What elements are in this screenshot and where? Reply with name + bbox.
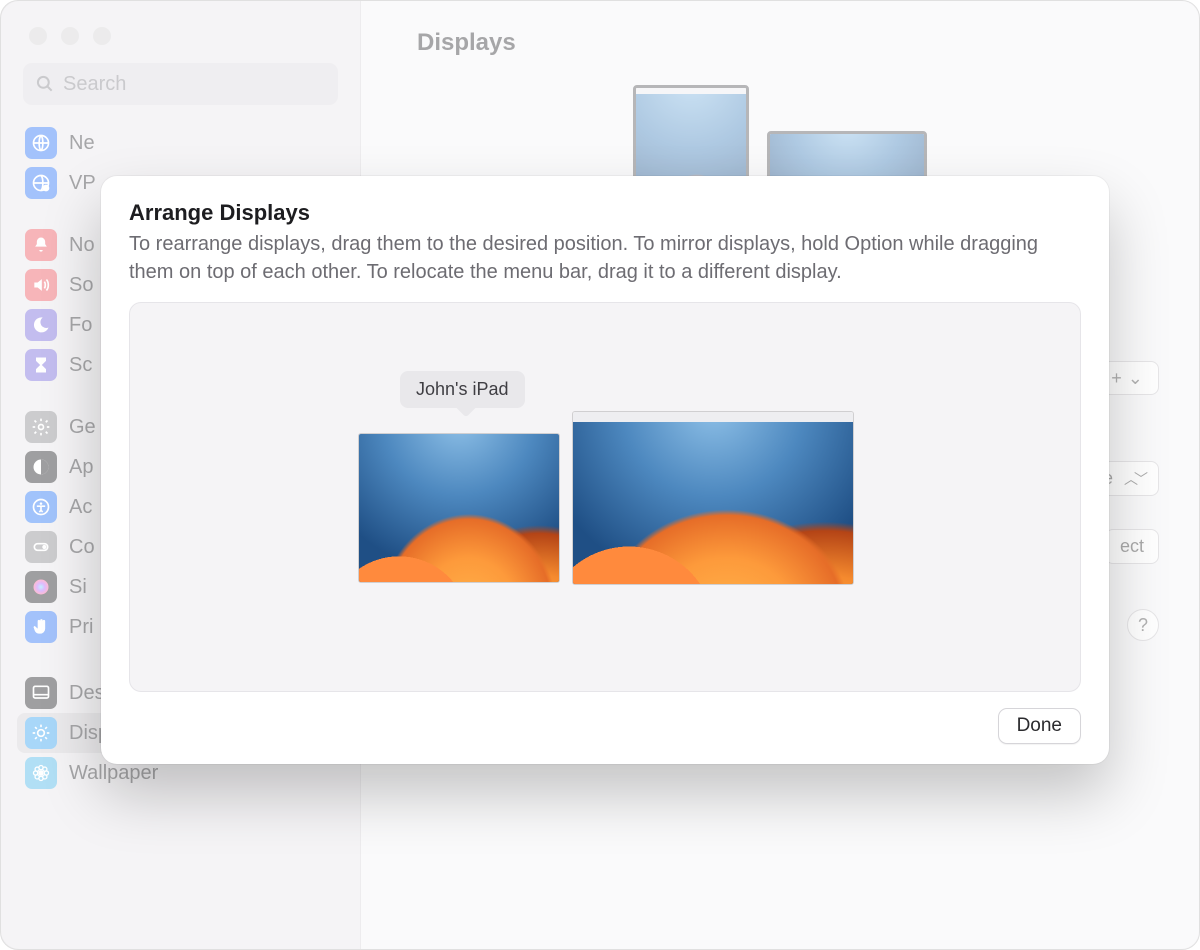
arrange-menubar[interactable] (573, 412, 853, 422)
arrange-displays-sheet: Arrange Displays To rearrange displays, … (101, 176, 1109, 764)
done-button[interactable]: Done (998, 708, 1081, 744)
sheet-title: Arrange Displays (129, 200, 1081, 226)
arrange-display-main[interactable] (572, 411, 854, 585)
sheet-description: To rearrange displays, drag them to the … (129, 230, 1081, 286)
display-tooltip: John's iPad (400, 371, 525, 408)
arrange-display-ipad[interactable] (358, 433, 560, 583)
arrange-arena[interactable]: John's iPad (129, 302, 1081, 692)
tooltip-label: John's iPad (416, 379, 509, 399)
settings-window: Search NeVP NoSoFoSc GeApAcCoSiPri Deskt… (0, 0, 1200, 950)
